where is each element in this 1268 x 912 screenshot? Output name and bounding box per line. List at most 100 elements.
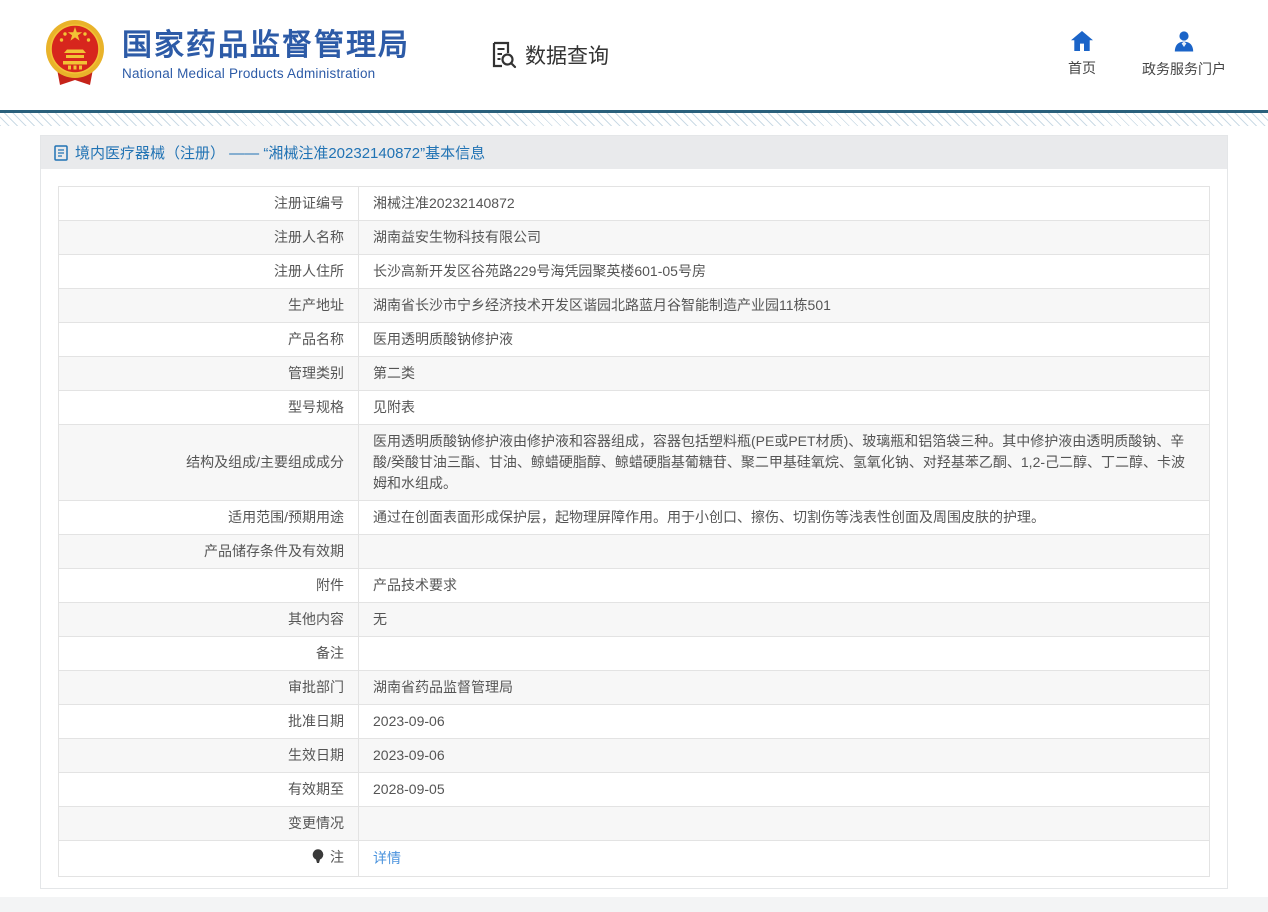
row-value: 湘械注准20232140872 <box>358 186 1210 221</box>
row-label: 注册人名称 <box>58 220 359 255</box>
row-value: 2023-09-06 <box>358 704 1210 739</box>
row-label-text: 批准日期 <box>288 713 344 729</box>
row-label-text: 附件 <box>316 577 344 593</box>
table-row: 产品名称 医用透明质酸钠修护液 <box>58 322 1210 357</box>
site-title: 国家药品监督管理局 <box>122 28 410 62</box>
table-row: 有效期至 2028-09-05 <box>58 772 1210 807</box>
nav-home[interactable]: 首页 <box>1068 31 1096 79</box>
row-label-text: 其他内容 <box>288 611 344 627</box>
row-value: 湖南省长沙市宁乡经济技术开发区谐园北路蓝月谷智能制造产业园11栋501 <box>358 288 1210 323</box>
row-label: 有效期至 <box>58 772 359 807</box>
table-row: 注册证编号 湘械注准20232140872 <box>58 186 1210 221</box>
nav-home-label: 首页 <box>1068 60 1096 76</box>
table-row: 生效日期 2023-09-06 <box>58 738 1210 773</box>
table-row: 管理类别 第二类 <box>58 356 1210 391</box>
user-icon <box>1174 31 1194 52</box>
row-label-text: 有效期至 <box>288 781 344 797</box>
row-label-text: 注册人住所 <box>274 263 344 279</box>
row-label-text: 生效日期 <box>288 747 344 763</box>
row-label: 结构及组成/主要组成成分 <box>58 424 359 501</box>
table-row: 附件 产品技术要求 <box>58 568 1210 603</box>
row-value <box>358 806 1210 841</box>
row-label-text: 注册证编号 <box>274 195 344 211</box>
footer-strip <box>0 897 1268 912</box>
row-value: 无 <box>358 602 1210 637</box>
row-label-text: 管理类别 <box>288 365 344 381</box>
table-row: 注册人住所 长沙高新开发区谷苑路229号海凭园聚英楼601-05号房 <box>58 254 1210 289</box>
row-label-text: 产品储存条件及有效期 <box>204 543 344 559</box>
row-value: 医用透明质酸钠修护液由修护液和容器组成，容器包括塑料瓶(PE或PET材质)、玻璃… <box>358 424 1210 501</box>
row-value: 湖南益安生物科技有限公司 <box>358 220 1210 255</box>
detail-panel: 境内医疗器械（注册） —— “湘械注准20232140872”基本信息 注册证编… <box>40 135 1228 889</box>
row-label: 注册人住所 <box>58 254 359 289</box>
row-value: 见附表 <box>358 390 1210 425</box>
main-content: 境内医疗器械（注册） —— “湘械注准20232140872”基本信息 注册证编… <box>0 126 1268 895</box>
note-icon <box>312 849 324 870</box>
row-label-text: 生产地址 <box>288 297 344 313</box>
table-row: 生产地址 湖南省长沙市宁乡经济技术开发区谐园北路蓝月谷智能制造产业园11栋501 <box>58 288 1210 323</box>
row-label: 附件 <box>58 568 359 603</box>
nmpa-logo-link[interactable]: 国家药品监督管理局 National Medical Products Admi… <box>42 19 410 91</box>
header-nav: 首页 政务服务门户 <box>1068 31 1226 79</box>
detail-link[interactable]: 详情 <box>373 850 401 866</box>
row-label: 其他内容 <box>58 602 359 637</box>
row-label: 适用范围/预期用途 <box>58 500 359 535</box>
row-label: 批准日期 <box>58 704 359 739</box>
row-label: 产品储存条件及有效期 <box>58 534 359 569</box>
row-label: 注册证编号 <box>58 186 359 221</box>
national-emblem-icon <box>46 20 104 85</box>
row-label: 注 <box>58 840 359 877</box>
nav-portal-label: 政务服务门户 <box>1142 61 1226 77</box>
row-label-text: 注册人名称 <box>274 229 344 245</box>
info-table: 注册证编号 湘械注准20232140872 注册人名称 湖南益安生物科技有限公司 <box>58 186 1210 877</box>
home-icon <box>1071 31 1093 51</box>
row-label: 产品名称 <box>58 322 359 357</box>
row-value: 2023-09-06 <box>358 738 1210 773</box>
table-row: 产品储存条件及有效期 <box>58 534 1210 569</box>
nav-portal[interactable]: 政务服务门户 <box>1142 31 1226 79</box>
row-label-text: 变更情况 <box>288 815 344 831</box>
row-label: 生产地址 <box>58 288 359 323</box>
row-value: 产品技术要求 <box>358 568 1210 603</box>
row-label-text: 注 <box>330 849 344 865</box>
table-row: 注册人名称 湖南益安生物科技有限公司 <box>58 220 1210 255</box>
row-value: 2028-09-05 <box>358 772 1210 807</box>
table-row: 变更情况 <box>58 806 1210 841</box>
row-label-text: 型号规格 <box>288 399 344 415</box>
row-value: 详情 <box>358 840 1210 877</box>
site-subtitle: National Medical Products Administration <box>122 66 376 82</box>
row-value: 通过在创面表面形成保护层，起物理屏障作用。用于小创口、擦伤、切割伤等浅表性创面及… <box>358 500 1210 535</box>
table-row: 批准日期 2023-09-06 <box>58 704 1210 739</box>
row-label-text: 产品名称 <box>288 331 344 347</box>
row-label: 审批部门 <box>58 670 359 705</box>
row-label-text: 审批部门 <box>288 679 344 695</box>
row-label: 管理类别 <box>58 356 359 391</box>
table-row: 注 详情 <box>58 840 1210 877</box>
row-label: 型号规格 <box>58 390 359 425</box>
breadcrumb-text: 境内医疗器械（注册） —— “湘械注准20232140872”基本信息 <box>75 145 486 162</box>
row-value <box>358 534 1210 569</box>
document-icon <box>54 144 68 161</box>
row-value: 医用透明质酸钠修护液 <box>358 322 1210 357</box>
row-label: 生效日期 <box>58 738 359 773</box>
row-value <box>358 636 1210 671</box>
data-query-tab[interactable]: 数据查询 <box>488 40 609 70</box>
row-label-text: 备注 <box>316 645 344 661</box>
row-label-text: 适用范围/预期用途 <box>228 509 344 525</box>
table-row: 适用范围/预期用途 通过在创面表面形成保护层，起物理屏障作用。用于小创口、擦伤、… <box>58 500 1210 535</box>
data-query-label: 数据查询 <box>525 45 609 68</box>
table-row: 结构及组成/主要组成成分 医用透明质酸钠修护液由修护液和容器组成，容器包括塑料瓶… <box>58 424 1210 501</box>
row-value: 长沙高新开发区谷苑路229号海凭园聚英楼601-05号房 <box>358 254 1210 289</box>
document-search-icon <box>492 41 517 69</box>
table-row: 审批部门 湖南省药品监督管理局 <box>58 670 1210 705</box>
breadcrumb: 境内医疗器械（注册） —— “湘械注准20232140872”基本信息 <box>41 136 1227 169</box>
row-label: 备注 <box>58 636 359 671</box>
row-label: 变更情况 <box>58 806 359 841</box>
table-row: 型号规格 见附表 <box>58 390 1210 425</box>
site-header: 国家药品监督管理局 National Medical Products Admi… <box>0 0 1268 110</box>
row-value: 第二类 <box>358 356 1210 391</box>
row-value: 湖南省药品监督管理局 <box>358 670 1210 705</box>
row-label-text: 结构及组成/主要组成成分 <box>186 454 344 470</box>
table-row: 备注 <box>58 636 1210 671</box>
table-row: 其他内容 无 <box>58 602 1210 637</box>
